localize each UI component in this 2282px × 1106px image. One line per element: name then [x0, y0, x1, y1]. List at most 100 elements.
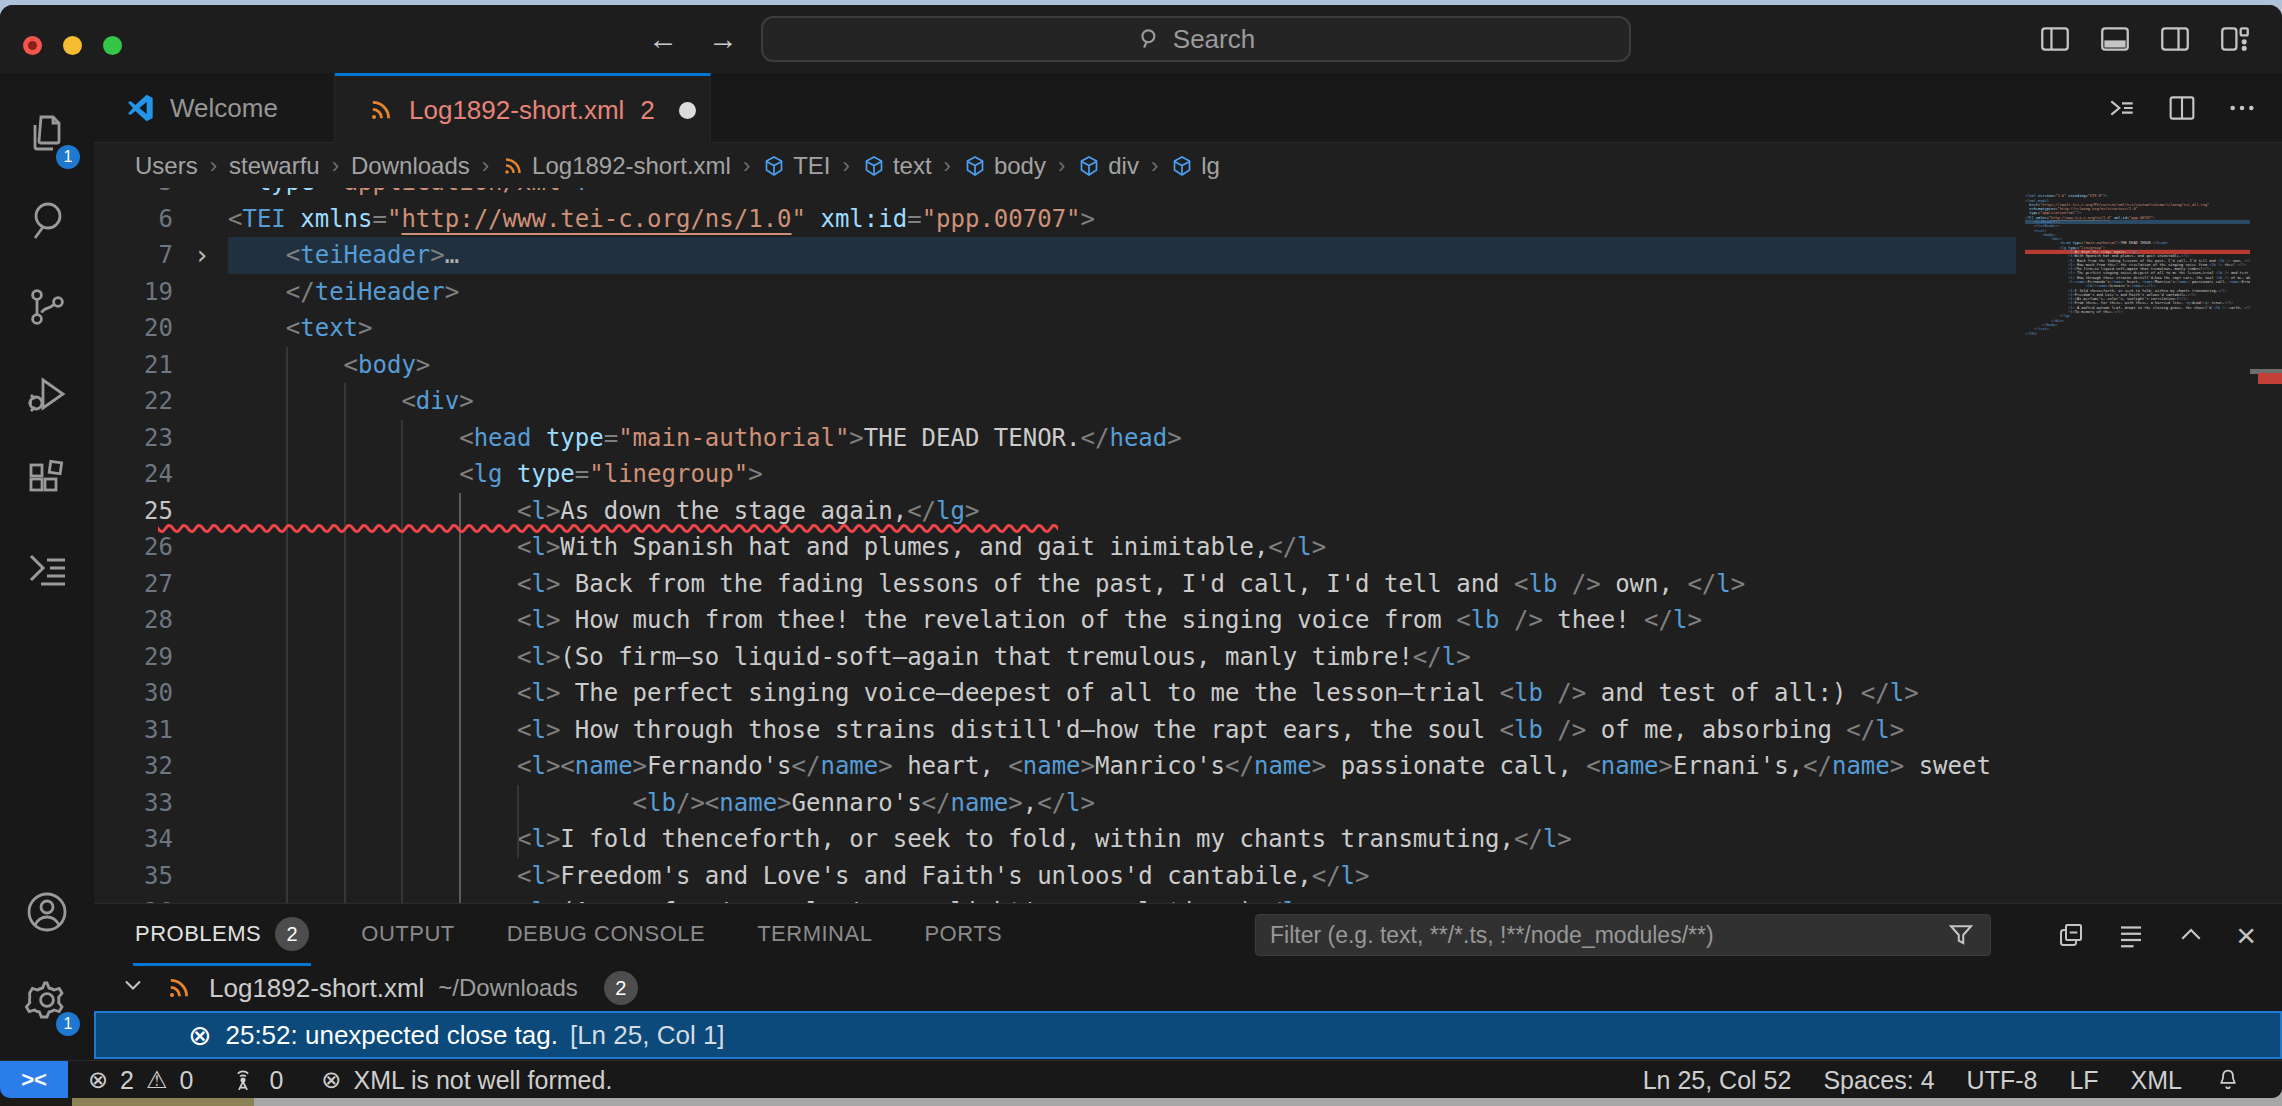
settings-badge: 1 [56, 1012, 80, 1036]
explorer-icon[interactable]: 1 [0, 89, 94, 177]
line-number: 6 [94, 201, 173, 238]
status-error-icon[interactable]: ⊗ [321, 1066, 341, 1094]
line-number: 22 [94, 383, 173, 420]
problems-filter-input[interactable]: Filter (e.g. text, **/*.ts, !**/node_mod… [1255, 914, 1991, 956]
code-line[interactable]: 19 </teiHeader> [94, 274, 2016, 311]
filter-funnel-icon[interactable] [1946, 920, 1976, 950]
remote-indicator[interactable]: >< [0, 1061, 68, 1098]
code-line[interactable]: 20 <text> [94, 310, 2016, 347]
encoding[interactable]: UTF-8 [1967, 1066, 2038, 1095]
panel-tab-output[interactable]: OUTPUT [361, 921, 454, 947]
language-mode[interactable]: XML [2131, 1066, 2182, 1095]
line-number: 27 [94, 566, 173, 603]
breadcrumb-item[interactable]: lg [1170, 152, 1220, 180]
maximize-panel-icon[interactable] [2176, 920, 2206, 950]
split-editor-icon[interactable] [2166, 92, 2198, 124]
toggle-secondary-sidebar-icon[interactable] [2158, 22, 2192, 56]
notifications-bell-icon[interactable] [2214, 1066, 2242, 1094]
breadcrumb-separator: › [482, 153, 489, 179]
more-actions-icon[interactable] [2226, 92, 2258, 124]
warnings-icon[interactable]: ⚠ [146, 1066, 168, 1094]
command-center-search[interactable]: Search [761, 16, 1631, 62]
panel-tab-debug-console[interactable]: DEBUG CONSOLE [507, 921, 705, 947]
nav-forward-icon[interactable]: → [708, 22, 738, 56]
eol[interactable]: LF [2069, 1066, 2098, 1095]
code-line[interactable]: 30 <l> The perfect singing voice—deepest… [94, 675, 2016, 712]
breadcrumb-label: lg [1201, 152, 1220, 180]
problems-file-row[interactable]: Log1892-short.xml ~/Downloads 2 [94, 965, 2282, 1011]
errors-icon[interactable]: ⊗ [88, 1066, 108, 1094]
panel-tab-problems[interactable]: PROBLEMS2 [135, 917, 309, 951]
breadcrumb-item[interactable]: text [862, 152, 932, 180]
indent-guide [344, 383, 346, 908]
breadcrumb-separator: › [843, 153, 850, 179]
close-panel-icon[interactable]: × [2236, 920, 2256, 950]
code-line[interactable]: 22 <div> [94, 383, 2016, 420]
code-line[interactable]: 35 <l>Freedom's and Love's and Faith's u… [94, 858, 2016, 895]
symbol-icon [963, 154, 987, 178]
problem-row-selected[interactable]: ⊗ 25:52: unexpected close tag. [Ln 25, C… [94, 1011, 2282, 1059]
breadcrumb-item[interactable]: Downloads [351, 152, 470, 180]
code-line[interactable]: 33 <lb/><name>Gennaro's</name>,</l> [94, 785, 2016, 822]
status-bar: >< ⊗ 2 ⚠ 0 0 ⊗ XML is not well formed. L… [0, 1060, 2282, 1098]
breadcrumb-item[interactable]: TEI [762, 152, 830, 180]
code-line[interactable]: 5 type="application/xml"?> [94, 188, 2016, 201]
view-as-table-icon[interactable] [2116, 920, 2146, 950]
collapse-all-icon[interactable] [2056, 920, 2086, 950]
indentation[interactable]: Spaces: 4 [1823, 1066, 1934, 1095]
modified-dot-icon[interactable] [679, 102, 696, 119]
search-view-icon[interactable] [0, 176, 94, 264]
breadcrumb-label: text [893, 152, 932, 180]
ports-icon[interactable] [229, 1066, 257, 1094]
code-line[interactable]: 32 <l><name>Fernando's</name> heart, <na… [94, 748, 2016, 785]
cursor-position[interactable]: Ln 25, Col 52 [1643, 1066, 1792, 1095]
breadcrumb-item[interactable]: body [963, 152, 1046, 180]
accounts-icon[interactable] [0, 868, 94, 956]
zoom-window-button[interactable] [103, 36, 122, 55]
code-text: <l>Freedom's and Love's and Faith's unlo… [228, 858, 1370, 895]
code-line[interactable]: 27 <l> Back from the fading lessons of t… [94, 566, 2016, 603]
breadcrumb-item[interactable]: stewarfu [229, 152, 320, 180]
customize-layout-icon[interactable] [2218, 22, 2252, 56]
code-line[interactable]: 23 <head type="main-authorial">THE DEAD … [94, 420, 2016, 457]
breadcrumb-item[interactable]: Users [135, 152, 198, 180]
status-message[interactable]: XML is not well formed. [353, 1066, 612, 1095]
panel-tab-terminal[interactable]: TERMINAL [757, 921, 872, 947]
code-line[interactable]: 21 <body> [94, 347, 2016, 384]
code-line[interactable]: 28 <l> How much from thee! the revelatio… [94, 602, 2016, 639]
code-editor[interactable]: 5 type="application/xml"?>6<TEI xmlns="h… [94, 188, 2282, 908]
nav-back-icon[interactable]: ← [648, 22, 678, 56]
tab-welcome[interactable]: Welcome [94, 73, 335, 143]
panel-tab-label: OUTPUT [361, 921, 454, 947]
code-line[interactable]: 29 <l>(So firm—so liquid-soft—again that… [94, 639, 2016, 676]
warnings-count[interactable]: 0 [180, 1066, 194, 1095]
breadcrumb-item[interactable]: Log1892-short.xml [501, 152, 731, 180]
fold-chevron-icon[interactable]: › [194, 237, 210, 274]
remote-explorer-icon[interactable] [0, 524, 94, 612]
run-menu-icon[interactable] [2106, 92, 2138, 124]
toggle-panel-icon[interactable] [2098, 22, 2132, 56]
code-line[interactable]: 7› <teiHeader>… [94, 237, 2016, 274]
tab-file-active[interactable]: Log1892-short.xml 2 [335, 73, 711, 144]
problem-location: [Ln 25, Col 1] [570, 1020, 725, 1051]
extensions-icon[interactable] [0, 437, 94, 525]
errors-count[interactable]: 2 [120, 1066, 134, 1095]
code-line[interactable]: 24 <lg type="linegroup"> [94, 456, 2016, 493]
settings-gear-icon[interactable]: 1 [0, 956, 94, 1044]
minimize-window-button[interactable] [63, 36, 82, 55]
ports-count[interactable]: 0 [269, 1066, 283, 1095]
overview-ruler[interactable] [2250, 188, 2282, 908]
minimap[interactable]: <?xml version="1.0" encoding="UTF-8"?><?… [2016, 188, 2250, 908]
close-window-button[interactable] [23, 36, 42, 55]
panel-tab-ports[interactable]: PORTS [924, 921, 1002, 947]
run-debug-icon[interactable] [0, 350, 94, 438]
chevron-down-icon[interactable] [119, 971, 147, 1006]
code-line[interactable]: 34 <l>I fold thenceforth, or seek to fol… [94, 821, 2016, 858]
code-line[interactable]: 25 <l>As down the stage again,</lg>xxxxx… [94, 493, 2016, 530]
breadcrumb-item[interactable]: div [1077, 152, 1139, 180]
toggle-sidebar-icon[interactable] [2038, 22, 2072, 56]
source-control-icon[interactable] [0, 263, 94, 351]
code-line[interactable]: 6<TEI xmlns="http://www.tei-c.org/ns/1.0… [94, 201, 2016, 238]
breadcrumb-label: TEI [793, 152, 830, 180]
code-line[interactable]: 31 <l> How through those strains distill… [94, 712, 2016, 749]
